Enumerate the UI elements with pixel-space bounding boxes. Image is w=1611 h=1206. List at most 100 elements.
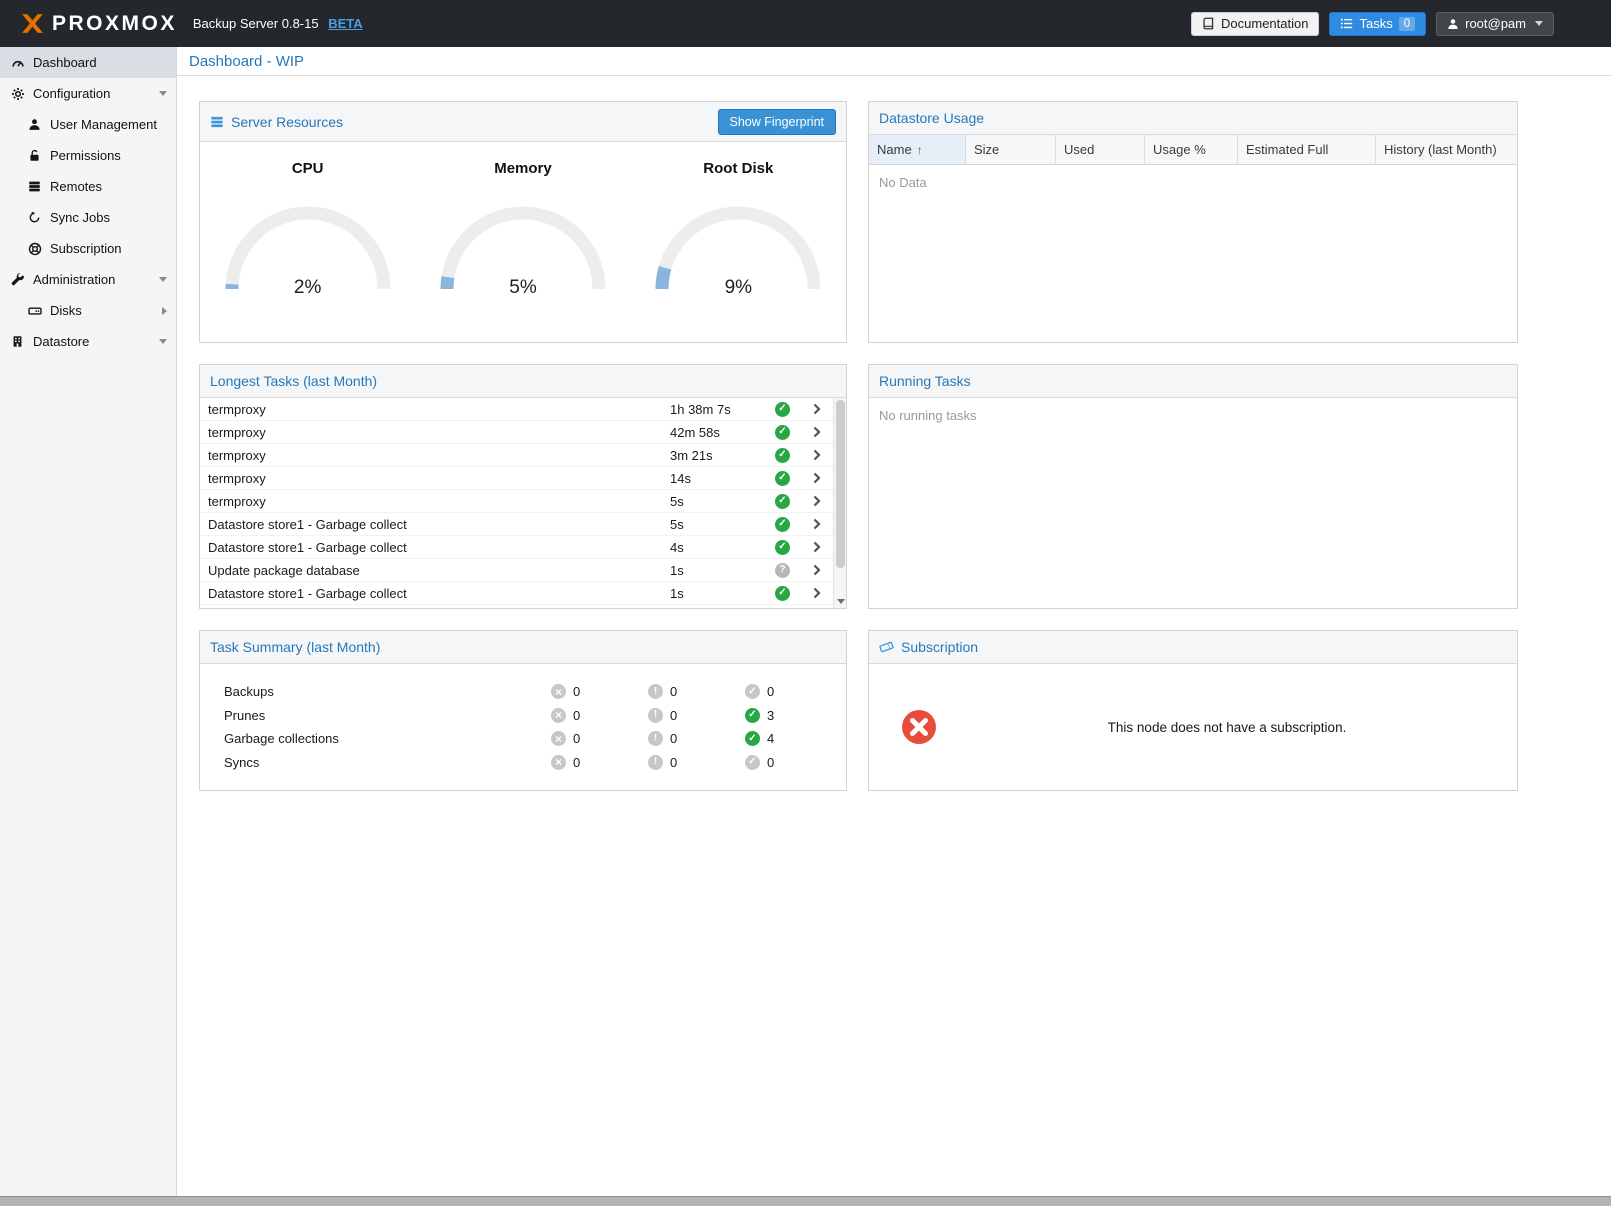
task-status-icon: [775, 425, 801, 440]
warning-count: 0: [670, 684, 677, 699]
task-status-icon: [775, 402, 801, 417]
chevron-right-icon[interactable]: [801, 495, 833, 507]
sidebar-item-configuration[interactable]: Configuration: [0, 78, 176, 109]
warning-count: 0: [670, 755, 677, 770]
main-area: Dashboard - WIP Server Resources Show Fi…: [177, 47, 1611, 1196]
documentation-button[interactable]: Documentation: [1191, 12, 1319, 36]
datastore-usage-title: Datastore Usage: [879, 110, 984, 126]
task-status-icon: [775, 471, 801, 486]
ok-icon: [745, 708, 760, 723]
task-duration: 5s: [670, 494, 775, 509]
right-column: Datastore Usage Name ↑ Size Used Usage %…: [868, 101, 1518, 791]
column-header-history[interactable]: History (last Month): [1376, 135, 1517, 164]
sidebar-item-remotes[interactable]: Remotes: [0, 171, 176, 202]
task-summary-body: Backups 0 0 0 Prunes 0 0 3: [200, 664, 846, 774]
scrollbar-down-arrow[interactable]: [837, 599, 845, 604]
gauge-label: Memory: [425, 160, 620, 177]
task-row[interactable]: termproxy 3m 21s: [200, 444, 833, 467]
server-resources-header: Server Resources Show Fingerprint: [200, 102, 846, 142]
chevron-right-icon[interactable]: [801, 449, 833, 461]
chevron-down-icon: [1535, 21, 1543, 26]
user-menu-button[interactable]: root@pam: [1436, 12, 1554, 36]
sidebar-item-dashboard[interactable]: Dashboard: [0, 47, 176, 78]
chevron-right-icon[interactable]: [801, 472, 833, 484]
layout: Dashboard Configuration User Management: [0, 47, 1611, 1196]
task-summary-title: Task Summary (last Month): [210, 639, 380, 655]
dashboard-content: Server Resources Show Fingerprint CPU: [177, 76, 1611, 791]
chevron-right-icon[interactable]: [801, 403, 833, 415]
chevron-right-icon[interactable]: [801, 564, 833, 576]
summary-warnings: 0: [648, 708, 745, 723]
user-icon: [1447, 18, 1459, 30]
user-icon: [27, 118, 42, 131]
sidebar-item-disks[interactable]: Disks: [0, 295, 176, 326]
sort-asc-icon: ↑: [917, 143, 923, 157]
column-header-usage-pct[interactable]: Usage %: [1145, 135, 1238, 164]
column-header-size[interactable]: Size: [966, 135, 1056, 164]
error-count: 0: [573, 755, 580, 770]
subscription-header: Subscription: [869, 631, 1517, 664]
task-row[interactable]: Datastore store1 - Garbage collect 4s: [200, 536, 833, 559]
unlock-icon: [27, 149, 42, 162]
task-name: Datastore store1 - Garbage collect: [208, 517, 670, 532]
show-fingerprint-button[interactable]: Show Fingerprint: [718, 109, 837, 135]
sidebar-item-subscription[interactable]: Subscription: [0, 233, 176, 264]
task-row[interactable]: Update package database 1s: [200, 559, 833, 582]
tasks-label: Tasks: [1359, 16, 1392, 31]
task-status-icon: [775, 586, 801, 601]
task-row[interactable]: termproxy 5s: [200, 490, 833, 513]
app-root: PROXMOX Backup Server 0.8-15 BETA Docume…: [0, 0, 1611, 1206]
gauge-cpu: CPU 2%: [210, 160, 405, 296]
summary-label: Prunes: [224, 708, 551, 723]
task-row[interactable]: Datastore store1 - Garbage collect 5s: [200, 513, 833, 536]
running-tasks-header: Running Tasks: [869, 365, 1517, 398]
subscription-body: This node does not have a subscription.: [869, 664, 1517, 790]
sync-icon: [27, 211, 42, 224]
chevron-right-icon[interactable]: [801, 541, 833, 553]
caret-down-icon: [159, 339, 167, 344]
task-duration: 1s: [670, 586, 775, 601]
beta-link[interactable]: BETA: [328, 16, 362, 31]
gauge-memory: Memory 5%: [425, 160, 620, 296]
task-row[interactable]: Datastore store1 - Garbage collect 1s: [200, 582, 833, 605]
task-name: termproxy: [208, 425, 670, 440]
caret-right-icon: [162, 307, 167, 315]
datastore-usage-header: Datastore Usage: [869, 102, 1517, 135]
sidebar-item-label: Configuration: [33, 86, 110, 101]
ok-count: 0: [767, 684, 774, 699]
summary-row-syncs: Syncs 0 0 0: [224, 751, 846, 775]
scrollbar[interactable]: [833, 398, 846, 608]
sidebar-item-administration[interactable]: Administration: [0, 264, 176, 295]
disk-icon: [27, 304, 42, 318]
task-summary-header: Task Summary (last Month): [200, 631, 846, 664]
sidebar-item-user-management[interactable]: User Management: [0, 109, 176, 140]
building-icon: [10, 335, 25, 348]
product-subtitle: Backup Server 0.8-15 BETA: [193, 16, 363, 31]
panel-longest-tasks: Longest Tasks (last Month) termproxy 1h …: [199, 364, 847, 609]
warning-icon: [648, 731, 663, 746]
tasks-count-badge: 0: [1399, 17, 1415, 31]
error-icon: [551, 731, 566, 746]
column-header-used[interactable]: Used: [1056, 135, 1145, 164]
sidebar-item-sync-jobs[interactable]: Sync Jobs: [0, 202, 176, 233]
chevron-right-icon[interactable]: [801, 426, 833, 438]
column-header-name[interactable]: Name ↑: [869, 135, 966, 164]
chevron-right-icon[interactable]: [801, 587, 833, 599]
summary-warnings: 0: [648, 684, 745, 699]
task-row[interactable]: termproxy 14s: [200, 467, 833, 490]
task-row[interactable]: termproxy 1h 38m 7s: [200, 398, 833, 421]
tasks-button[interactable]: Tasks 0: [1329, 12, 1426, 36]
sidebar-item-permissions[interactable]: Permissions: [0, 140, 176, 171]
warning-icon: [648, 684, 663, 699]
task-name: Update package database: [208, 563, 670, 578]
column-header-estimated-full[interactable]: Estimated Full: [1238, 135, 1376, 164]
scrollbar-thumb[interactable]: [836, 400, 845, 568]
task-duration: 4s: [670, 540, 775, 555]
sidebar-item-datastore[interactable]: Datastore: [0, 326, 176, 357]
proxmox-logo: PROXMOX: [20, 11, 177, 36]
chevron-right-icon[interactable]: [801, 518, 833, 530]
ok-icon: [745, 755, 760, 770]
task-row[interactable]: termproxy 42m 58s: [200, 421, 833, 444]
subscription-title: Subscription: [901, 639, 978, 655]
warning-icon: [648, 708, 663, 723]
